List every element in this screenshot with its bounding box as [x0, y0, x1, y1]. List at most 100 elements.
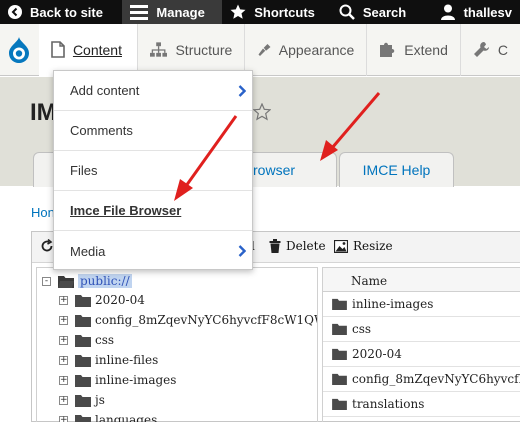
- menu-item-label: Comments: [70, 123, 133, 138]
- file-list-header[interactable]: Name: [323, 268, 520, 292]
- file-list-row[interactable]: 2020-04: [323, 342, 520, 367]
- menu-item-imce-file-browser[interactable]: Imce File Browser: [54, 191, 252, 231]
- tray-item-configuration[interactable]: C: [461, 24, 520, 76]
- folder-icon: [75, 294, 91, 307]
- image-icon: [334, 239, 348, 253]
- tree-folder-label: css: [95, 333, 115, 347]
- chevron-right-icon: [238, 85, 246, 97]
- tray-item-appearance[interactable]: Appearance: [245, 23, 368, 76]
- trash-icon: [269, 239, 281, 253]
- tree-folder-label: js: [95, 393, 105, 407]
- expand-toggle[interactable]: +: [59, 415, 68, 422]
- tray-item-content-label: Content: [72, 41, 122, 58]
- manage-label: Manage: [156, 4, 205, 20]
- folder-icon: [75, 374, 91, 387]
- expand-toggle[interactable]: +: [59, 355, 68, 365]
- search-label: Search: [362, 4, 407, 20]
- file-list-row-label: css: [352, 322, 372, 336]
- structure-icon: [150, 41, 168, 57]
- hamburger-icon: [130, 5, 149, 20]
- menu-item-label: Add content: [70, 83, 140, 98]
- expand-toggle[interactable]: +: [59, 315, 68, 325]
- manage-tab[interactable]: Manage: [122, 0, 223, 24]
- paintbrush-icon: [258, 43, 271, 56]
- tab-imce-help[interactable]: IMCE Help: [339, 152, 454, 187]
- wrench-icon: [473, 42, 489, 57]
- tree-folder[interactable]: + 2020-04: [59, 291, 145, 309]
- tray-item-structure[interactable]: Structure: [138, 23, 246, 76]
- shortcuts-tab[interactable]: Shortcuts: [222, 0, 331, 24]
- menu-item-label: Imce File Browser: [70, 203, 182, 218]
- chevron-left-icon: [8, 5, 22, 19]
- collapse-toggle[interactable]: -: [42, 276, 51, 286]
- expand-toggle[interactable]: +: [59, 335, 68, 345]
- menu-item-files[interactable]: Files: [54, 151, 252, 191]
- tree-folder[interactable]: + languages: [59, 411, 157, 422]
- user-tab[interactable]: thallesv: [432, 0, 520, 24]
- tree-folder-label: inline-files: [95, 353, 159, 367]
- shortcuts-label: Shortcuts: [254, 4, 315, 20]
- expand-toggle[interactable]: +: [59, 295, 68, 305]
- tray-item-extend-label: Extend: [404, 41, 448, 58]
- tree-folder[interactable]: + css: [59, 331, 114, 349]
- tree-folder[interactable]: + js: [59, 391, 105, 409]
- tree-folder-label: languages: [95, 413, 158, 422]
- folder-tree: - public:// + 2020-04 + config_8mZqevNyY…: [36, 267, 318, 422]
- folder-icon: [75, 414, 91, 422]
- content-dropdown-menu: Add content Comments Files Imce File Bro…: [53, 70, 253, 270]
- folder-icon: [332, 398, 347, 410]
- shortcut-star-icon[interactable]: [253, 103, 271, 121]
- drupal-drop-icon: [9, 36, 30, 63]
- menu-item-add-content[interactable]: Add content: [54, 71, 252, 111]
- tree-folder[interactable]: + inline-files: [59, 351, 158, 369]
- search-tab[interactable]: Search: [331, 0, 432, 24]
- expand-toggle[interactable]: +: [59, 375, 68, 385]
- back-to-site-link[interactable]: Back to site: [0, 0, 122, 24]
- file-list-row[interactable]: css: [323, 317, 520, 342]
- search-icon: [339, 4, 355, 20]
- folder-icon: [75, 394, 91, 407]
- tray-item-content[interactable]: Content: [38, 23, 139, 76]
- tree-folder-label: inline-images: [95, 373, 177, 387]
- file-list-row[interactable]: inline-images: [323, 292, 520, 317]
- tree-folder[interactable]: + config_8mZqevNyYC6hyvcfF8cW1QWC6Ou: [59, 311, 317, 329]
- menu-item-label: Files: [70, 163, 98, 178]
- admin-tray: Content Structure Appearance Extend C: [0, 23, 520, 76]
- tree-root[interactable]: - public://: [42, 272, 132, 290]
- column-name-header: Name: [351, 274, 388, 288]
- tray-item-extend[interactable]: Extend: [367, 23, 461, 76]
- file-list-row-label: inline-images: [352, 297, 434, 311]
- menu-item-comments[interactable]: Comments: [54, 111, 252, 151]
- admin-toolbar: Back to site Manage Shortcuts Search tha…: [0, 0, 520, 24]
- folder-icon: [75, 334, 91, 347]
- menu-item-label: Media: [70, 243, 106, 259]
- folder-icon: [75, 354, 91, 367]
- back-to-site-label: Back to site: [30, 4, 103, 20]
- user-icon: [440, 4, 455, 20]
- file-list: Name inline-images css 2020-04 config_8m…: [322, 267, 520, 422]
- tray-item-structure-label: Structure: [175, 41, 233, 58]
- folder-icon: [332, 298, 347, 310]
- document-icon: [51, 41, 65, 58]
- delete-button[interactable]: Delete: [269, 239, 326, 253]
- folder-icon: [332, 348, 347, 360]
- file-list-row-label: 2020-04: [352, 347, 402, 361]
- file-list-row[interactable]: translations: [323, 392, 520, 417]
- tree-folder[interactable]: + inline-images: [59, 371, 176, 389]
- resize-label: Resize: [353, 239, 393, 253]
- file-list-row-label: translations: [352, 397, 425, 411]
- tray-item-configuration-label: C: [497, 41, 508, 58]
- delete-label: Delete: [286, 239, 326, 253]
- puzzle-icon: [380, 42, 395, 57]
- refresh-icon: [41, 239, 53, 252]
- folder-icon: [75, 314, 91, 327]
- user-label: thallesv: [463, 4, 512, 20]
- drupal-logo[interactable]: [0, 24, 39, 76]
- resize-button[interactable]: Resize: [334, 239, 393, 253]
- expand-toggle[interactable]: +: [59, 395, 68, 405]
- folder-icon: [332, 323, 347, 335]
- file-list-row[interactable]: config_8mZqevNyYC6hyvcfF8cW: [323, 367, 520, 392]
- breadcrumb[interactable]: Hon: [31, 205, 55, 220]
- tree-folder-label: 2020-04: [95, 293, 145, 307]
- menu-item-media[interactable]: Media: [54, 231, 252, 271]
